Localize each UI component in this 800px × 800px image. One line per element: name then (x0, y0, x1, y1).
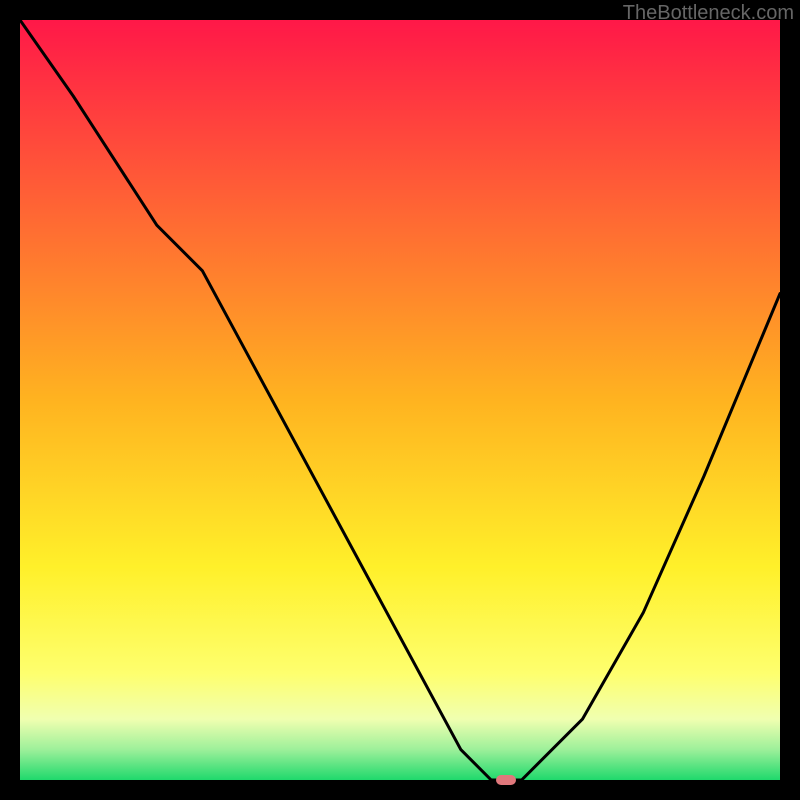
plot-area (20, 20, 780, 780)
chart-frame: TheBottleneck.com (0, 0, 800, 800)
bottleneck-curve (20, 20, 780, 780)
attribution-text: TheBottleneck.com (623, 2, 794, 25)
optimal-point-marker (496, 775, 516, 785)
